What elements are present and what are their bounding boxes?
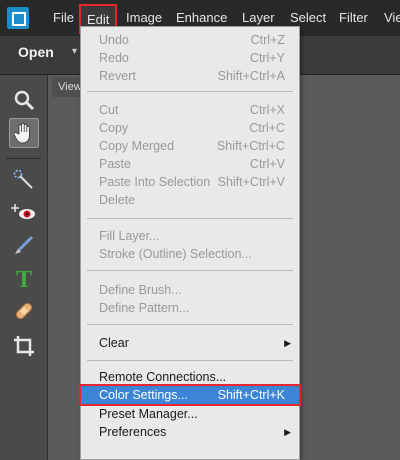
menu-item-label: Paste bbox=[99, 157, 131, 171]
edit-menu-dropdown: Undo Ctrl+Z Redo Ctrl+Y Revert Shift+Ctr… bbox=[79, 26, 301, 460]
app-logo-icon bbox=[7, 7, 29, 29]
menu-item-label: Undo bbox=[99, 33, 129, 47]
menu-item-shortcut: Shift+Ctrl+K bbox=[217, 388, 285, 402]
submenu-arrow-icon: ▶ bbox=[284, 427, 291, 437]
menu-item-clear[interactable]: Clear ▶ bbox=[81, 334, 299, 352]
menu-item-label: Stroke (Outline) Selection... bbox=[99, 247, 252, 261]
menu-item-label: Delete bbox=[99, 193, 136, 207]
menu-item-shortcut: Shift+Ctrl+A bbox=[217, 69, 285, 83]
red-eye-tool[interactable] bbox=[9, 197, 39, 227]
menu-separator bbox=[87, 218, 293, 219]
tool-divider bbox=[6, 158, 41, 159]
menu-separator bbox=[87, 324, 293, 325]
menu-item-remote-connections[interactable]: Remote Connections... bbox=[81, 368, 299, 386]
menu-item-cut[interactable]: Cut Ctrl+X bbox=[81, 101, 299, 119]
brush-tool[interactable] bbox=[9, 230, 39, 260]
menu-item-redo[interactable]: Redo Ctrl+Y bbox=[81, 49, 299, 67]
menu-item-shortcut: Shift+Ctrl+C bbox=[216, 139, 285, 153]
menu-item-label: Paste Into Selection bbox=[99, 175, 211, 189]
menu-item-stroke-selection[interactable]: Stroke (Outline) Selection... bbox=[81, 245, 299, 263]
menu-file[interactable]: File bbox=[53, 0, 74, 36]
menu-item-shortcut: Ctrl+Y bbox=[249, 51, 285, 65]
menu-item-label: Clear bbox=[99, 336, 129, 350]
menu-item-shortcut: Ctrl+Z bbox=[250, 33, 285, 47]
menu-item-copy[interactable]: Copy Ctrl+C bbox=[81, 119, 299, 137]
hand-icon bbox=[14, 122, 30, 144]
menu-item-define-brush[interactable]: Define Brush... bbox=[81, 281, 299, 299]
menu-item-label: Remote Connections... bbox=[99, 370, 227, 384]
tools-panel: T bbox=[0, 75, 48, 460]
quick-selection-tool[interactable] bbox=[9, 165, 39, 195]
menu-filter[interactable]: Filter bbox=[339, 0, 368, 36]
menu-item-label: Copy bbox=[99, 121, 129, 135]
menu-item-preset-manager[interactable]: Preset Manager... bbox=[81, 405, 299, 423]
menu-item-label: Revert bbox=[99, 69, 136, 83]
text-icon: T bbox=[16, 267, 32, 290]
menu-item-shortcut: Ctrl+C bbox=[249, 121, 285, 135]
magic-wand-icon bbox=[13, 169, 33, 189]
menu-item-preferences[interactable]: Preferences ▶ bbox=[81, 423, 299, 441]
red-eye-icon bbox=[11, 204, 35, 219]
menu-item-label: Redo bbox=[99, 51, 129, 65]
menu-item-shortcut: Shift+Ctrl+V bbox=[217, 175, 285, 189]
brush-icon bbox=[15, 235, 34, 254]
crop-tool[interactable] bbox=[9, 331, 39, 361]
menu-item-label: Fill Layer... bbox=[99, 229, 160, 243]
menu-item-shortcut: Ctrl+X bbox=[249, 103, 285, 117]
menu-item-label: Cut bbox=[99, 103, 119, 117]
menu-item-label: Preferences bbox=[99, 425, 167, 439]
text-tool[interactable]: T bbox=[9, 263, 39, 293]
menu-item-fill-layer[interactable]: Fill Layer... bbox=[81, 227, 299, 245]
menu-item-color-settings[interactable]: Color Settings... Shift+Ctrl+K bbox=[79, 384, 301, 406]
menu-item-label: Copy Merged bbox=[99, 139, 175, 153]
menu-item-label: Define Brush... bbox=[99, 283, 182, 297]
menu-item-undo[interactable]: Undo Ctrl+Z bbox=[81, 31, 299, 49]
healing-tool[interactable] bbox=[9, 296, 39, 326]
menu-item-label: Preset Manager... bbox=[99, 407, 198, 421]
zoom-tool[interactable] bbox=[9, 85, 39, 115]
menu-separator bbox=[87, 270, 293, 271]
menu-view[interactable]: Vie bbox=[384, 0, 400, 36]
open-button[interactable]: Open bbox=[18, 44, 54, 60]
hand-tool[interactable] bbox=[9, 118, 39, 148]
menu-separator bbox=[87, 91, 293, 92]
menu-item-revert[interactable]: Revert Shift+Ctrl+A bbox=[81, 67, 299, 85]
menu-separator bbox=[87, 360, 293, 361]
chevron-down-icon[interactable]: ▾ bbox=[72, 46, 77, 57]
menu-item-paste-into-selection[interactable]: Paste Into Selection Shift+Ctrl+V bbox=[81, 173, 299, 191]
menu-item-paste[interactable]: Paste Ctrl+V bbox=[81, 155, 299, 173]
menu-item-label: Define Pattern... bbox=[99, 301, 190, 315]
menu-item-delete[interactable]: Delete bbox=[81, 191, 299, 209]
bandage-icon bbox=[15, 302, 33, 320]
submenu-arrow-icon: ▶ bbox=[284, 338, 291, 348]
crop-icon bbox=[14, 336, 34, 356]
menu-item-define-pattern[interactable]: Define Pattern... bbox=[81, 299, 299, 317]
menu-item-label: Color Settings... bbox=[99, 388, 188, 402]
svg-text:T: T bbox=[16, 267, 32, 290]
menu-item-copy-merged[interactable]: Copy Merged Shift+Ctrl+C bbox=[81, 137, 299, 155]
magnifier-icon bbox=[14, 90, 35, 111]
menu-item-shortcut: Ctrl+V bbox=[249, 157, 285, 171]
